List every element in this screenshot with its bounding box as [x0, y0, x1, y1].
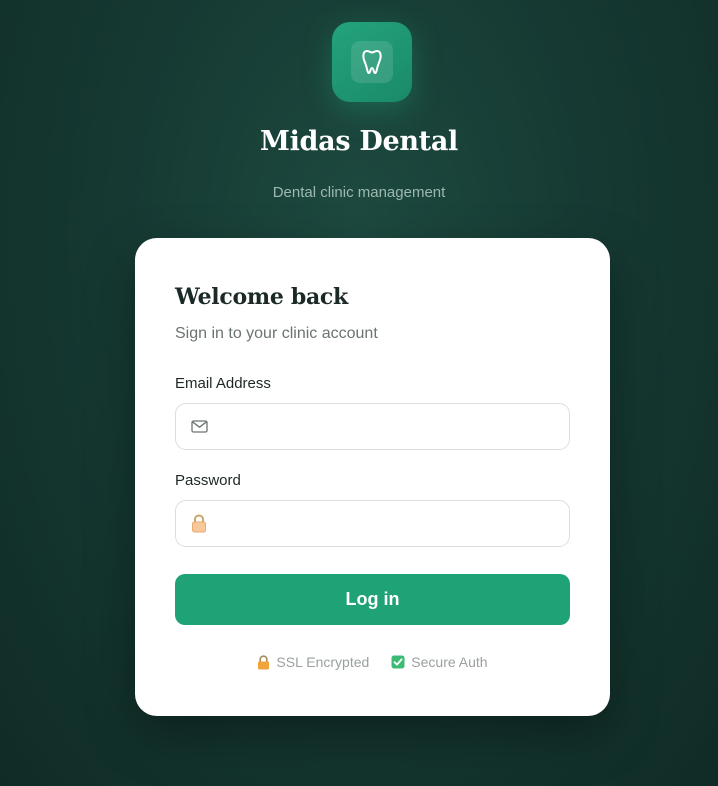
check-icon — [391, 655, 405, 669]
password-field-wrapper — [175, 500, 570, 547]
app-logo — [332, 22, 412, 102]
brand-tagline: Dental clinic management — [272, 184, 446, 201]
security-badges: SSL Encrypted Secure Auth — [135, 654, 610, 670]
email-field-wrapper — [175, 403, 570, 450]
brand-title: Midas Dental — [260, 126, 458, 157]
login-title: Welcome back — [175, 284, 348, 310]
lock-icon — [191, 501, 207, 546]
password-label: Password — [175, 472, 241, 489]
logo-inner — [351, 41, 393, 83]
email-input[interactable] — [222, 404, 552, 449]
mail-icon — [191, 404, 208, 449]
email-label: Email Address — [175, 375, 271, 392]
ssl-badge: SSL Encrypted — [257, 654, 369, 670]
login-button[interactable]: Log in — [175, 574, 570, 625]
login-card: Welcome back Sign in to your clinic acco… — [135, 238, 610, 716]
lock-icon — [258, 654, 270, 669]
password-input[interactable] — [222, 501, 552, 546]
auth-badge: Secure Auth — [391, 654, 488, 670]
ssl-label: SSL Encrypted — [276, 654, 370, 670]
auth-label: Secure Auth — [411, 654, 488, 670]
login-subtitle: Sign in to your clinic account — [175, 325, 378, 342]
tooth-icon — [362, 50, 382, 74]
